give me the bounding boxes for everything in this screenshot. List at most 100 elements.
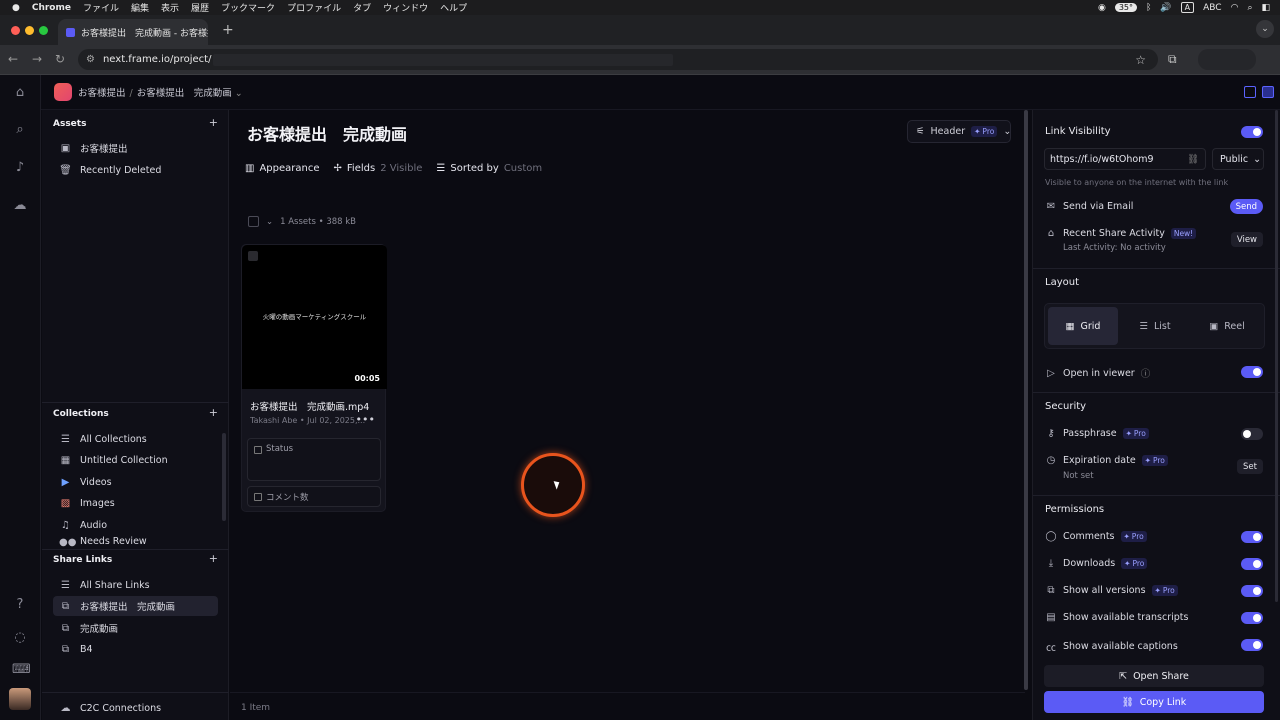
cloud-upload-icon[interactable]: ☁ <box>12 198 28 214</box>
breadcrumb-project[interactable]: お客様提出 <box>78 88 126 99</box>
bell-icon[interactable]: ♪ <box>12 160 28 176</box>
view-button[interactable]: View <box>1230 232 1263 247</box>
chevron-down-icon[interactable]: ⌄ <box>235 88 243 99</box>
more-options-icon[interactable]: ••• <box>356 413 375 426</box>
sidebar-item-share-kansei[interactable]: ⧉ 完成動画 <box>53 618 218 638</box>
menu-bookmarks[interactable]: ブックマーク <box>221 1 275 14</box>
sidebar-item-videos[interactable]: ▶ Videos <box>53 472 218 492</box>
menu-help[interactable]: ヘルプ <box>440 1 467 14</box>
link-visibility-toggle[interactable] <box>1241 126 1263 138</box>
comment-count-field[interactable]: コメント数 <box>247 486 381 507</box>
sort-button[interactable]: ☰ Sorted by Custom <box>436 163 542 174</box>
sidebar-item-share-current[interactable]: ⧉ お客様提出 完成動画 <box>53 596 218 616</box>
keyboard-icon[interactable]: ⌨ <box>12 662 31 678</box>
help-icon[interactable]: ? <box>12 597 28 613</box>
apple-icon[interactable]: ● <box>12 3 20 13</box>
spotlight-icon[interactable]: ⌕ <box>1247 3 1252 13</box>
address-bar[interactable]: ⚙ next.frame.io/project/ ☆ <box>78 49 1158 70</box>
reload-icon[interactable]: ↻ <box>55 52 65 66</box>
extensions-icon[interactable]: ⧉ <box>1168 52 1177 67</box>
add-collection-icon[interactable]: + <box>209 406 218 419</box>
sidebar-item-recently-deleted[interactable]: 🗑 Recently Deleted <box>53 160 218 180</box>
input-source-icon[interactable]: A <box>1180 2 1195 13</box>
menu-edit[interactable]: 編集 <box>131 1 149 14</box>
add-asset-icon[interactable]: + <box>209 116 218 129</box>
search-icon[interactable]: ⌕ <box>12 122 28 138</box>
status-field[interactable]: Status <box>247 438 381 481</box>
sidebar-item-untitled-collection[interactable]: ▦ Untitled Collection <box>53 450 218 470</box>
open-share-button[interactable]: ⇱ Open Share <box>1044 665 1264 687</box>
sidebar-item-c2c[interactable]: ☁ C2C Connections <box>53 698 218 718</box>
home-icon[interactable]: ⌂ <box>12 85 28 101</box>
sidebar-item-all-share-links[interactable]: ☰ All Share Links <box>53 575 218 595</box>
bookmark-star-icon[interactable]: ☆ <box>1135 53 1146 67</box>
chevron-down-icon[interactable]: ⌄ <box>266 217 273 227</box>
minimize-window-icon[interactable] <box>25 26 34 35</box>
avatar[interactable] <box>9 688 31 710</box>
menu-window[interactable]: ウィンドウ <box>383 1 428 14</box>
tips-icon[interactable]: ◌ <box>12 630 28 646</box>
appearance-button[interactable]: ▥ Appearance <box>245 163 320 174</box>
profile-button[interactable] <box>1198 49 1256 70</box>
forward-icon[interactable]: → <box>32 52 42 66</box>
select-all-checkbox[interactable] <box>248 216 259 227</box>
asset-checkbox[interactable] <box>248 251 258 261</box>
sidebar-item-needs-review[interactable]: ●● Needs Review <box>53 536 218 548</box>
captions-toggle[interactable] <box>1241 639 1263 651</box>
new-tab-icon[interactable]: + <box>222 22 234 38</box>
link-icon[interactable]: ⛓ <box>1187 154 1199 165</box>
send-button[interactable]: Send <box>1229 199 1263 214</box>
layout-grid-button[interactable]: ▦ Grid <box>1048 307 1118 345</box>
menu-tab[interactable]: タブ <box>353 1 371 14</box>
tab-search-icon[interactable]: ⌄ <box>1256 20 1274 38</box>
sidebar-scrollbar[interactable] <box>222 433 226 521</box>
menu-file[interactable]: ファイル <box>83 1 119 14</box>
toggle-left-panel-icon[interactable] <box>1244 86 1256 98</box>
toggle-right-panel-icon[interactable] <box>1262 86 1274 98</box>
copy-link-button[interactable]: ⛓ Copy Link <box>1044 691 1264 713</box>
panel-scrollbar[interactable] <box>1275 110 1278 602</box>
layout-reel-button[interactable]: ▣ Reel <box>1192 307 1262 345</box>
share-url-field[interactable]: https://f.io/w6tOhom9 ⛓ <box>1044 148 1206 170</box>
sidebar-item-audio[interactable]: ♫ Audio <box>53 515 218 535</box>
site-info-icon[interactable]: ⚙ <box>86 54 95 65</box>
sidebar-item-share-b4[interactable]: ⧉ B4 <box>53 639 218 659</box>
visibility-select[interactable]: Public ⌄ <box>1212 148 1264 170</box>
transcripts-toggle[interactable] <box>1241 612 1263 624</box>
control-center-icon[interactable]: ◧ <box>1261 3 1270 13</box>
menu-app[interactable]: Chrome <box>32 3 71 13</box>
record-icon[interactable]: ◉ <box>1098 3 1106 13</box>
breadcrumb-current[interactable]: お客様提出 完成動画 <box>137 88 232 99</box>
versions-toggle[interactable] <box>1241 585 1263 597</box>
sidebar-item-project-folder[interactable]: ▣ お客様提出 <box>53 138 218 158</box>
main-scrollbar[interactable] <box>1024 110 1028 690</box>
menu-history[interactable]: 履歴 <box>191 1 209 14</box>
asset-thumbnail[interactable]: 火曜の動画マーケティングスクール 00:05 <box>242 245 387 389</box>
asset-name[interactable]: お客様提出 完成動画.mp4 <box>250 399 369 413</box>
close-window-icon[interactable] <box>11 26 20 35</box>
back-icon[interactable]: ← <box>8 52 18 66</box>
workspace-logo[interactable] <box>54 83 72 101</box>
set-expiration-button[interactable]: Set <box>1237 459 1263 474</box>
open-viewer-toggle[interactable] <box>1241 366 1263 378</box>
sidebar-item-images[interactable]: ▨ Images <box>53 493 218 513</box>
layout-list-button[interactable]: ☰ List <box>1120 307 1190 345</box>
asset-card[interactable]: 火曜の動画マーケティングスクール 00:05 お客様提出 完成動画.mp4 Ta… <box>241 244 387 512</box>
sidebar-item-label: Videos <box>80 476 112 488</box>
sidebar-item-all-collections[interactable]: ☰ All Collections <box>53 429 218 449</box>
comments-toggle[interactable] <box>1241 531 1263 543</box>
zoom-window-icon[interactable] <box>39 26 48 35</box>
passphrase-toggle[interactable] <box>1241 428 1263 440</box>
header-button[interactable]: ⚟ Header ✦ Pro ⌄ <box>907 120 1011 143</box>
bluetooth-icon[interactable]: ᛒ <box>1146 3 1151 13</box>
wifi-icon[interactable]: ◠ <box>1231 3 1239 13</box>
temperature-badge[interactable]: 35° <box>1114 3 1137 12</box>
info-icon[interactable]: ⓘ <box>1141 366 1151 380</box>
browser-tab[interactable]: お客様提出 完成動画 - お客様提出 × <box>58 19 208 45</box>
menu-view[interactable]: 表示 <box>161 1 179 14</box>
add-share-link-icon[interactable]: + <box>209 552 218 565</box>
downloads-toggle[interactable] <box>1241 558 1263 570</box>
volume-icon[interactable]: 🔊 <box>1160 3 1171 13</box>
fields-button[interactable]: ✢ Fields 2 Visible <box>334 163 423 174</box>
menu-profiles[interactable]: プロファイル <box>287 1 341 14</box>
